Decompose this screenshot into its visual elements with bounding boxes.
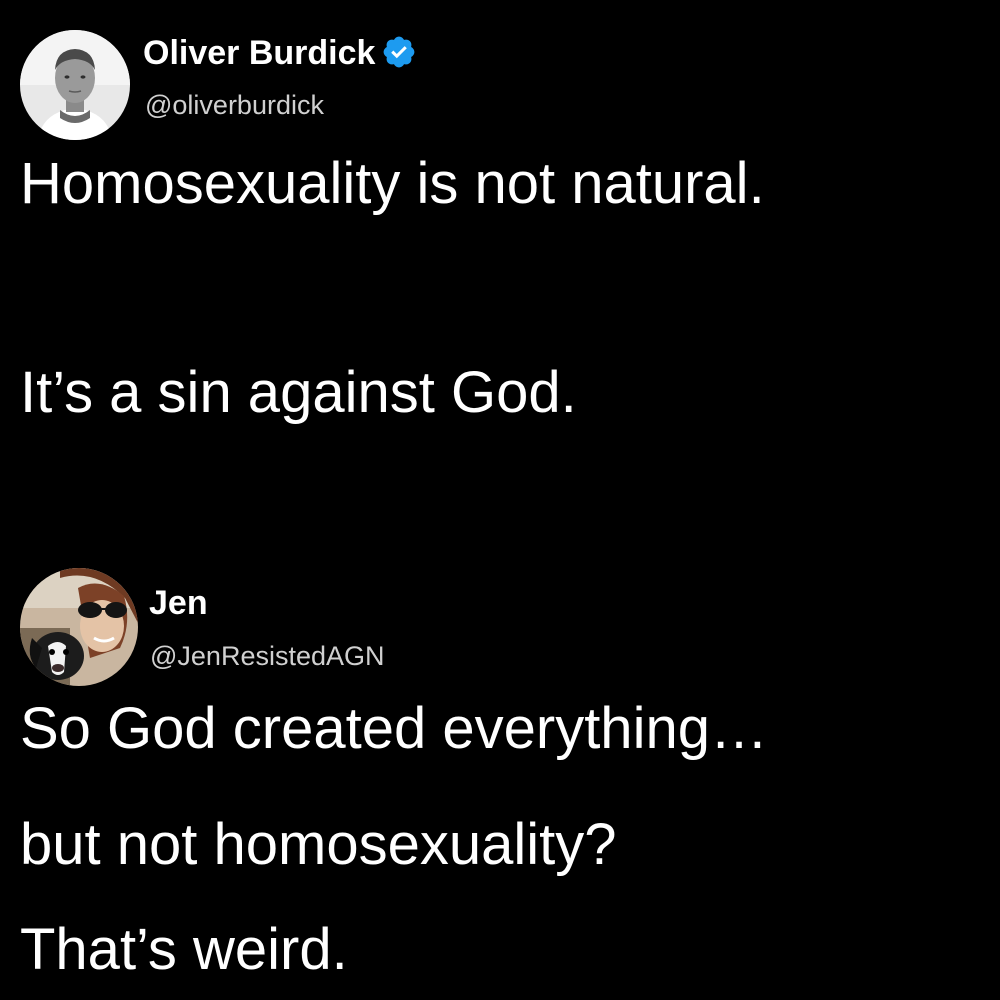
tweet-text-line: It’s a sin against God. bbox=[20, 360, 577, 425]
tweet-text-line: Homosexuality is not natural. bbox=[20, 151, 765, 216]
tweet: Oliver Burdick @oliverburdick Homosexual… bbox=[0, 0, 1000, 560]
author-name-text[interactable]: Oliver Burdick bbox=[143, 34, 375, 72]
tweet-text-line: That’s weird. bbox=[20, 917, 348, 982]
author-handle[interactable]: @oliverburdick bbox=[145, 92, 324, 119]
avatar[interactable] bbox=[20, 30, 130, 140]
avatar-photo bbox=[20, 568, 138, 686]
tweet-text-line: So God created everything… bbox=[20, 696, 768, 761]
tweet-text-line: but not homosexuality? bbox=[20, 812, 617, 877]
tweet: Jen @JenResistedAGN So God created every… bbox=[0, 560, 1000, 1000]
verified-badge-icon bbox=[381, 34, 417, 76]
author-name[interactable]: Jen bbox=[149, 586, 208, 620]
author-handle[interactable]: @JenResistedAGN bbox=[150, 643, 385, 670]
avatar[interactable] bbox=[20, 568, 138, 686]
avatar-photo bbox=[20, 30, 130, 140]
author-name[interactable]: Oliver Burdick bbox=[143, 36, 417, 78]
